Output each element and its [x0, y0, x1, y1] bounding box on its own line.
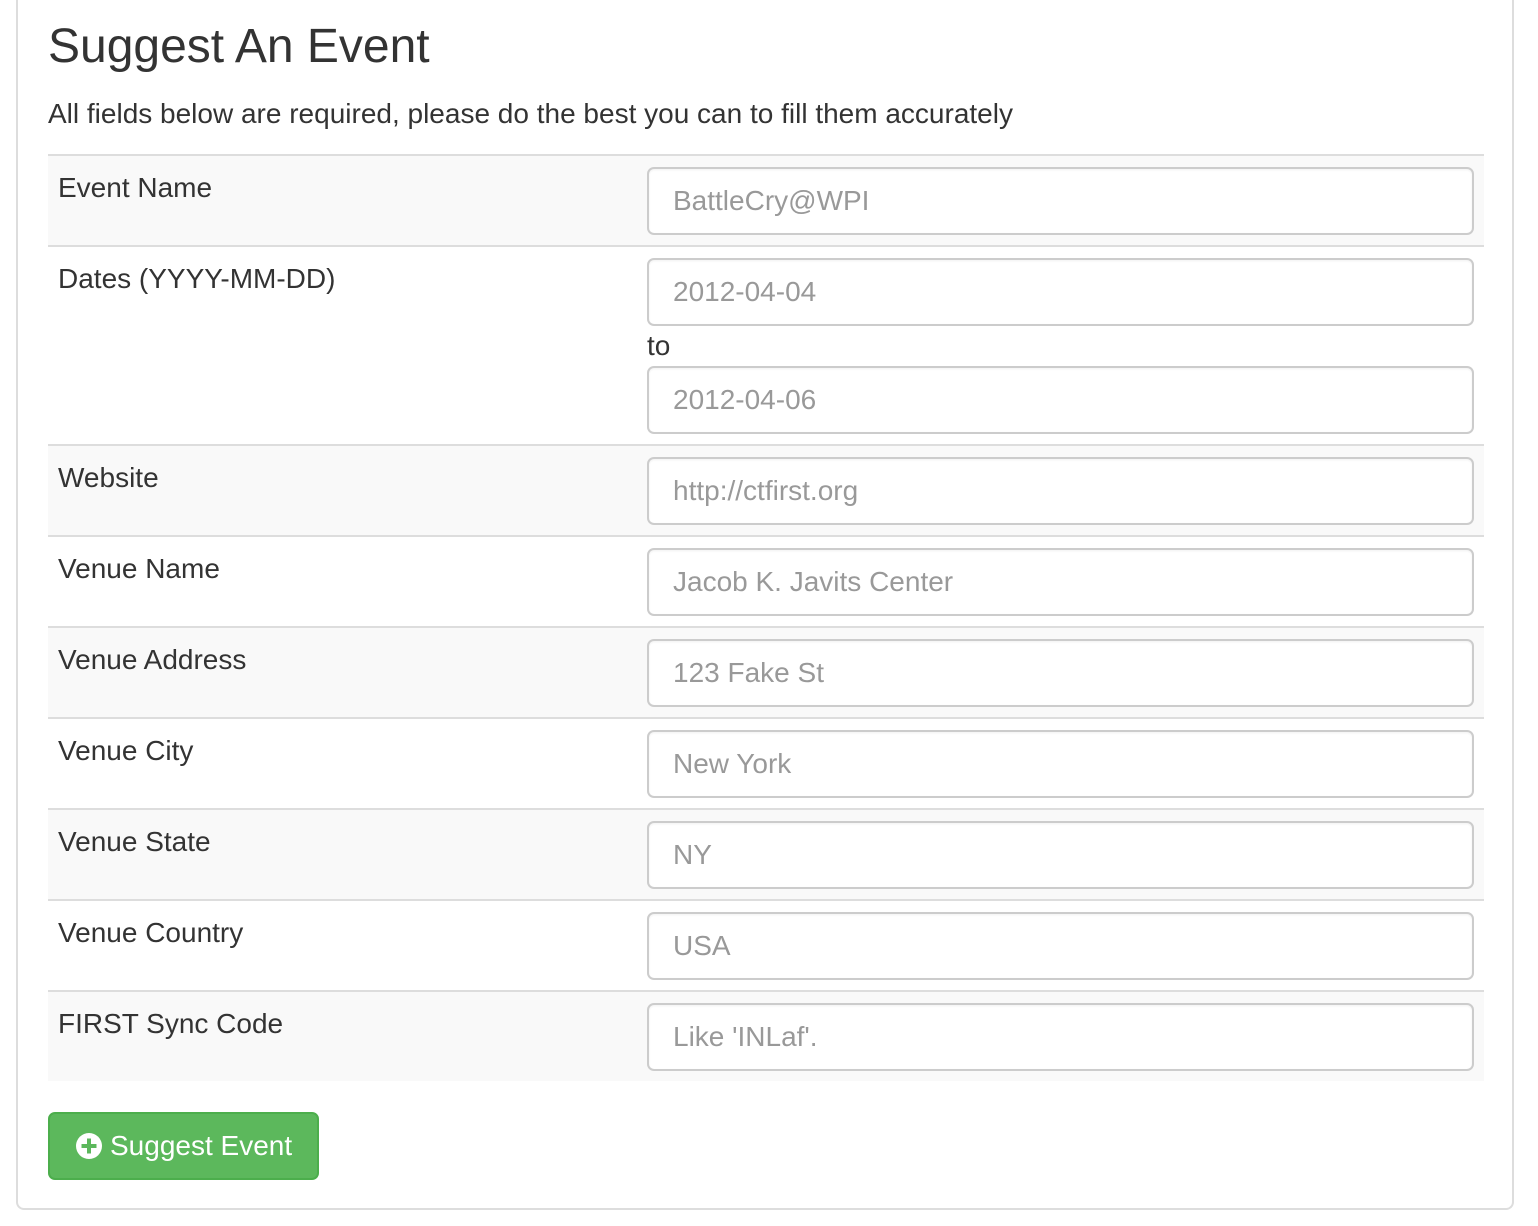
- page-title: Suggest An Event: [48, 20, 430, 73]
- form-row-event-name: Event Name: [48, 155, 1484, 247]
- venue-city-label: Venue City: [48, 718, 647, 810]
- form-row-dates: Dates (YYYY-MM-DD) to: [48, 246, 1484, 446]
- form-row-venue-country: Venue Country: [48, 900, 1484, 992]
- event-name-input[interactable]: [647, 167, 1474, 235]
- first-sync-code-label: FIRST Sync Code: [48, 991, 647, 1081]
- venue-name-label: Venue Name: [48, 536, 647, 628]
- first-sync-code-input[interactable]: [647, 1003, 1474, 1071]
- venue-country-label: Venue Country: [48, 900, 647, 992]
- date-range-separator: to: [647, 330, 671, 361]
- venue-city-input[interactable]: [647, 730, 1474, 798]
- venue-name-input[interactable]: [647, 548, 1474, 616]
- venue-address-label: Venue Address: [48, 627, 647, 719]
- suggest-event-button-label: Suggest Event: [110, 1130, 293, 1161]
- form-row-venue-city: Venue City: [48, 718, 1484, 810]
- form-row-first-sync-code: FIRST Sync Code: [48, 991, 1484, 1081]
- website-input[interactable]: [647, 457, 1474, 525]
- venue-address-input[interactable]: [647, 639, 1474, 707]
- form-row-website: Website: [48, 445, 1484, 537]
- dates-label: Dates (YYYY-MM-DD): [48, 246, 647, 446]
- start-date-input[interactable]: [647, 258, 1474, 326]
- event-name-label: Event Name: [48, 155, 647, 247]
- form-row-venue-state: Venue State: [48, 809, 1484, 901]
- venue-state-label: Venue State: [48, 809, 647, 901]
- form-row-venue-address: Venue Address: [48, 627, 1484, 719]
- venue-country-input[interactable]: [647, 912, 1474, 980]
- suggest-event-form: Event Name Dates (YYYY-MM-DD) to Website…: [48, 154, 1484, 1081]
- form-row-venue-name: Venue Name: [48, 536, 1484, 628]
- venue-state-input[interactable]: [647, 821, 1474, 889]
- website-label: Website: [48, 445, 647, 537]
- suggest-event-button[interactable]: Suggest Event: [48, 1112, 320, 1180]
- form-instructions: All fields below are required, please do…: [48, 98, 1013, 129]
- end-date-input[interactable]: [647, 366, 1474, 434]
- plus-circle-icon: [76, 1133, 102, 1159]
